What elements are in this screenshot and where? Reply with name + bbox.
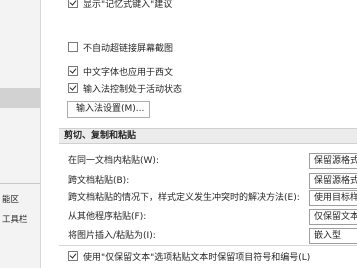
chinese-font-checkbox[interactable]: [68, 66, 78, 76]
insert-picture-label: 将图片插入/粘贴为(I):: [68, 231, 156, 241]
nav-item-quick-access-toolbar[interactable]: 工具栏: [0, 210, 40, 230]
nav-item-3[interactable]: [0, 116, 40, 136]
nav-item-customize-ribbon[interactable]: 能区: [0, 190, 40, 210]
word-options-window: 能区 工具栏 显示"记忆式键入"建议 不自动超链接屏幕截图 中文字体也应用于西文…: [0, 0, 357, 268]
ime-control-option[interactable]: 输入法控制处于活动状态: [68, 81, 182, 95]
chinese-font-label: 中文字体也应用于西文: [83, 67, 174, 78]
keep-bullets-label: 使用"仅保留文本"选项粘贴文本时保留项目符号和编号(L): [83, 252, 311, 263]
paste-other-program-label: 从其他程序粘贴(F):: [68, 212, 147, 222]
paste-cross-doc-select[interactable]: 保留源格式: [309, 173, 357, 189]
nav-item-1[interactable]: [0, 30, 40, 50]
paste-section-header: 剪切、复制和粘贴: [59, 128, 357, 144]
paste-same-doc-select[interactable]: 保留源格式: [309, 153, 357, 169]
nav-item-0[interactable]: [0, 4, 40, 24]
keep-bullets-checkbox[interactable]: [68, 251, 78, 261]
smart-link-checkbox[interactable]: [68, 42, 78, 52]
ime-settings-button[interactable]: 输入法设置(M)...: [67, 101, 150, 118]
section-divider: [59, 245, 357, 246]
autocomplete-checkbox[interactable]: [68, 0, 78, 8]
paste-style-conflict-select[interactable]: 使用目标样: [309, 190, 357, 206]
insert-picture-select[interactable]: 嵌入型: [309, 228, 357, 244]
nav-item-5[interactable]: [0, 160, 40, 180]
chinese-font-option[interactable]: 中文字体也应用于西文: [68, 64, 173, 78]
ime-control-checkbox[interactable]: [68, 83, 78, 93]
options-nav-pane: 能区 工具栏: [0, 0, 41, 268]
ime-control-label: 输入法控制处于活动状态: [83, 84, 183, 95]
paste-cross-doc-label: 跨文档粘贴(B):: [68, 176, 130, 186]
keep-bullets-option[interactable]: 使用"仅保留文本"选项粘贴文本时保留项目符号和编号(L): [68, 249, 310, 263]
nav-item-advanced[interactable]: [0, 88, 40, 108]
paste-style-conflict-label: 跨文档粘贴的情况下，样式定义发生冲突时的解决方法(E):: [68, 193, 300, 203]
paste-other-program-select[interactable]: 仅保留文本: [309, 209, 357, 225]
autocomplete-label: 显示"记忆式键入"建议: [83, 0, 173, 10]
paste-same-doc-label: 在同一文档内粘贴(W):: [68, 156, 159, 166]
autocomplete-option[interactable]: 显示"记忆式键入"建议: [68, 0, 172, 10]
nav-item-4[interactable]: [0, 140, 40, 160]
smart-link-option[interactable]: 不自动超链接屏幕截图: [68, 40, 173, 54]
nav-divider: [0, 183, 40, 184]
smart-link-label: 不自动超链接屏幕截图: [83, 43, 174, 54]
